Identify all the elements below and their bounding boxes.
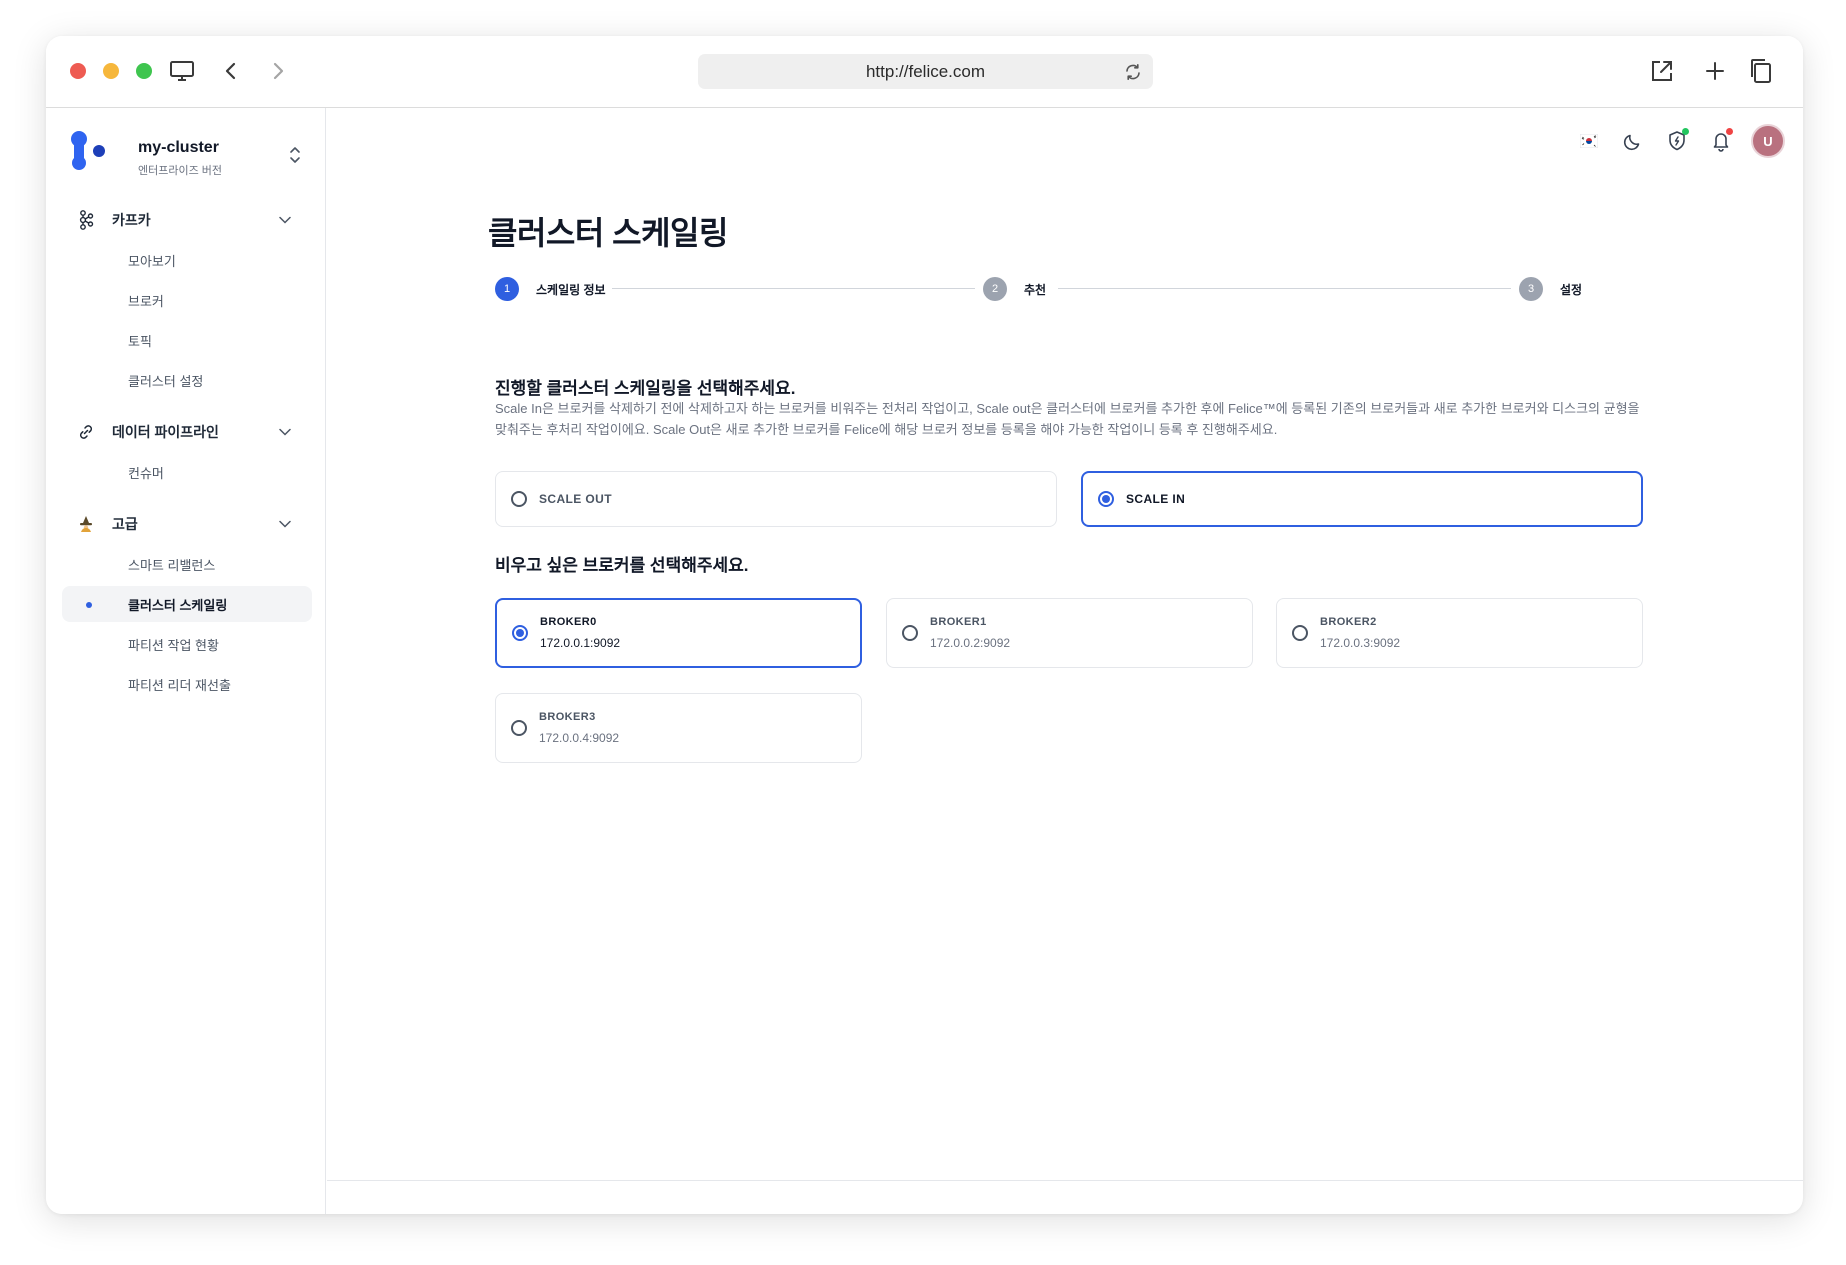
step-connector bbox=[1058, 288, 1511, 289]
broker-info: BROKER3 172.0.0.4:9092 bbox=[539, 711, 619, 745]
sidebar-item-topics[interactable]: 토픽 bbox=[62, 322, 312, 358]
step-number: 3 bbox=[1519, 277, 1543, 301]
nav-group-data-pipeline: 데이터 파이프라인 컨슈머 bbox=[62, 414, 312, 490]
broker-radio[interactable] bbox=[512, 625, 528, 641]
broker-name: BROKER1 bbox=[930, 616, 987, 628]
cluster-selector[interactable]: my-cluster 엔터프라이즈 버전 bbox=[70, 130, 304, 180]
wizard-icon bbox=[76, 514, 96, 534]
scaling-description: Scale In은 브로커를 삭제하기 전에 삭제하고자 하는 브로커를 비워주… bbox=[495, 401, 1640, 437]
broker-info: BROKER2 172.0.0.3:9092 bbox=[1320, 616, 1400, 650]
sidebar-item-overview[interactable]: 모아보기 bbox=[62, 242, 312, 278]
chevron-up-down-icon[interactable] bbox=[286, 144, 304, 166]
chevron-down-icon[interactable] bbox=[276, 423, 294, 441]
url-text: http://felice.com bbox=[865, 61, 986, 81]
topbar-actions: U bbox=[1575, 124, 1785, 158]
link-icon bbox=[76, 422, 96, 442]
broker-radio[interactable] bbox=[1292, 625, 1308, 641]
nav-group-label: 카프카 bbox=[112, 212, 151, 228]
footer-bar bbox=[327, 1180, 1803, 1214]
broker-info: BROKER0 172.0.0.1:9092 bbox=[540, 616, 620, 650]
nav-group-header-advanced[interactable]: 고급 bbox=[62, 506, 312, 542]
dark-mode-moon-icon[interactable] bbox=[1619, 127, 1647, 155]
option-label: SCALE OUT bbox=[539, 492, 612, 506]
reload-icon[interactable] bbox=[1121, 60, 1145, 84]
monitor-icon[interactable] bbox=[167, 56, 197, 86]
back-arrow-icon[interactable] bbox=[216, 56, 246, 86]
sidebar-item-partition-jobs[interactable]: 파티션 작업 현황 bbox=[62, 626, 312, 662]
minimize-window-button[interactable] bbox=[103, 63, 119, 79]
broker-name: BROKER2 bbox=[1320, 616, 1377, 628]
step-label: 스케일링 정보 bbox=[536, 282, 606, 297]
broker-option-3[interactable]: BROKER3 172.0.0.4:9092 bbox=[495, 693, 862, 763]
scale-out-radio[interactable] bbox=[511, 491, 527, 507]
scaling-type-question: 진행할 클러스터 스케일링을 선택해주세요. bbox=[495, 379, 796, 398]
step-label: 설정 bbox=[1560, 282, 1583, 297]
felice-logo-icon bbox=[70, 130, 110, 174]
broker-radio[interactable] bbox=[511, 720, 527, 736]
page-title: 클러스터 스케일링 bbox=[488, 215, 728, 251]
broker-question: 비우고 싶은 브로커를 선택해주세요. bbox=[495, 556, 749, 575]
step-number: 1 bbox=[495, 277, 519, 301]
sidebar-item-cluster-scaling[interactable]: 클러스터 스케일링 bbox=[62, 586, 312, 622]
broker-option-1[interactable]: BROKER1 172.0.0.2:9092 bbox=[886, 598, 1253, 668]
broker-option-2[interactable]: BROKER2 172.0.0.3:9092 bbox=[1276, 598, 1643, 668]
browser-window: http://felice.com my-cluster 엔터프라이즈 버전 카… bbox=[46, 36, 1803, 1214]
step-2: 2 추천 bbox=[983, 276, 1046, 302]
notification-badge bbox=[1726, 128, 1733, 135]
broker-info: BROKER1 172.0.0.2:9092 bbox=[930, 616, 1010, 650]
sidebar-item-cluster-settings[interactable]: 클러스터 설정 bbox=[62, 362, 312, 398]
sidebar-item-consumers[interactable]: 컨슈머 bbox=[62, 454, 312, 490]
browser-titlebar: http://felice.com bbox=[46, 36, 1803, 108]
url-bar[interactable]: http://felice.com bbox=[698, 54, 1153, 89]
broker-name: BROKER3 bbox=[539, 711, 596, 723]
sidebar-item-label: 클러스터 스케일링 bbox=[128, 597, 228, 613]
active-indicator-dot bbox=[86, 602, 92, 608]
chevron-down-icon[interactable] bbox=[276, 515, 294, 533]
kafka-icon bbox=[76, 210, 96, 230]
scale-out-option[interactable]: SCALE OUT bbox=[495, 471, 1057, 527]
chevron-down-icon[interactable] bbox=[276, 211, 294, 229]
sidebar-item-smart-rebalance[interactable]: 스마트 리밸런스 bbox=[62, 546, 312, 582]
step-label: 추천 bbox=[1024, 282, 1047, 297]
cluster-edition: 엔터프라이즈 버전 bbox=[138, 165, 223, 177]
broker-radio[interactable] bbox=[902, 625, 918, 641]
step-1: 1 스케일링 정보 bbox=[495, 276, 606, 302]
sidebar-item-brokers[interactable]: 브로커 bbox=[62, 282, 312, 318]
cluster-name: my-cluster bbox=[138, 139, 219, 156]
scale-in-radio[interactable] bbox=[1098, 491, 1114, 507]
tab-overview-icon[interactable] bbox=[1746, 56, 1776, 86]
notification-bell-icon[interactable] bbox=[1707, 127, 1735, 155]
close-window-button[interactable] bbox=[70, 63, 86, 79]
nav-group-advanced: 고급 스마트 리밸런스 클러스터 스케일링 파티션 작업 현황 파티션 리더 재… bbox=[62, 506, 312, 702]
broker-address: 172.0.0.3:9092 bbox=[1320, 636, 1401, 650]
user-avatar[interactable]: U bbox=[1751, 124, 1785, 158]
shield-status-badge bbox=[1682, 128, 1689, 135]
broker-address: 172.0.0.1:9092 bbox=[540, 636, 621, 650]
scale-in-option[interactable]: SCALE IN bbox=[1081, 471, 1643, 527]
step-number: 2 bbox=[983, 277, 1007, 301]
sidebar-item-leader-election[interactable]: 파티션 리더 재선출 bbox=[62, 666, 312, 702]
korean-flag-icon[interactable] bbox=[1575, 127, 1603, 155]
nav-group-header-data-pipeline[interactable]: 데이터 파이프라인 bbox=[62, 414, 312, 450]
option-label: SCALE IN bbox=[1126, 492, 1186, 506]
nav-group-label: 데이터 파이프라인 bbox=[112, 424, 219, 440]
broker-option-0[interactable]: BROKER0 172.0.0.1:9092 bbox=[495, 598, 862, 668]
nav-group-kafka: 카프카 모아보기 브로커 토픽 클러스터 설정 bbox=[62, 202, 312, 398]
maximize-window-button[interactable] bbox=[136, 63, 152, 79]
nav-group-label: 고급 bbox=[112, 516, 138, 532]
broker-address: 172.0.0.4:9092 bbox=[539, 731, 620, 745]
step-3: 3 설정 bbox=[1519, 276, 1582, 302]
sidebar: my-cluster 엔터프라이즈 버전 카프카 모아보기 브로커 토픽 클러스… bbox=[46, 108, 326, 1214]
new-tab-icon[interactable] bbox=[1700, 56, 1730, 86]
scaling-stepper: 1 스케일링 정보 2 추천 3 설정 bbox=[495, 276, 1641, 302]
broker-name: BROKER0 bbox=[540, 616, 597, 628]
step-connector bbox=[612, 288, 975, 289]
security-shield-icon[interactable] bbox=[1663, 127, 1691, 155]
forward-arrow-icon[interactable] bbox=[263, 56, 293, 86]
main-content: U 클러스터 스케일링 1 스케일링 정보 2 추천 3 설정 진행할 클러스터… bbox=[327, 108, 1803, 1214]
broker-address: 172.0.0.2:9092 bbox=[930, 636, 1011, 650]
nav-group-header-kafka[interactable]: 카프카 bbox=[62, 202, 312, 238]
share-icon[interactable] bbox=[1647, 56, 1677, 86]
